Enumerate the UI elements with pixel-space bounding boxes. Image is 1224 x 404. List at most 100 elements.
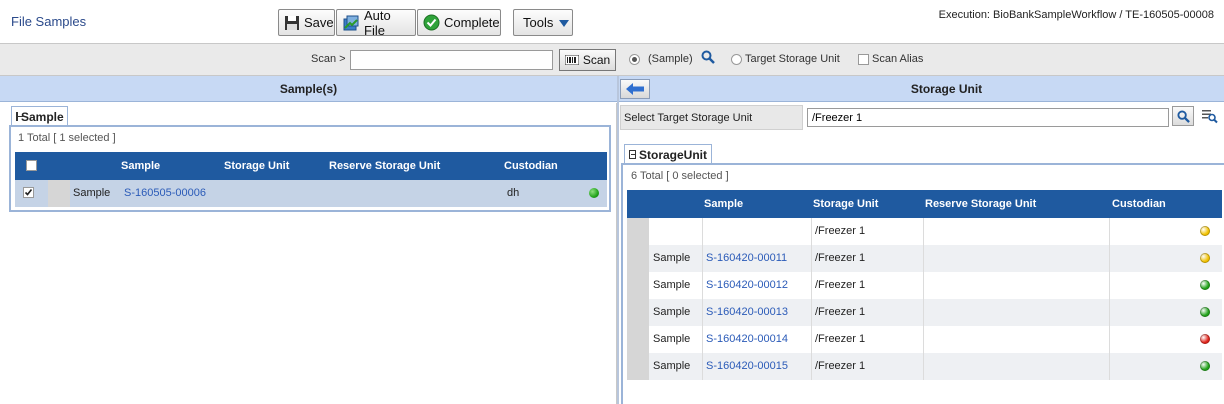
sample-link[interactable]: S-160420-00011 <box>706 252 787 264</box>
table-row[interactable]: Sample S-160505-00006 dh <box>15 180 607 207</box>
tab-storage-unit[interactable]: StorageUnit <box>624 144 712 164</box>
target-storage-label-cell: Select Target Storage Unit <box>620 105 803 130</box>
table-row[interactable]: Sample S-160420-00014/Freezer 1 <box>627 326 1222 353</box>
complete-label: Complete <box>444 15 500 30</box>
scan-alias-checkbox[interactable] <box>858 54 869 65</box>
top-bar: File Samples Save Auto File Complete Too… <box>0 0 1224 44</box>
list-search-icon <box>1202 109 1218 124</box>
row-type: Sample <box>653 279 691 291</box>
storage-total: 6 Total [ 0 selected ] <box>631 170 729 182</box>
search-icon <box>1176 109 1190 123</box>
cell-divider <box>923 272 924 299</box>
column-header-storage-unit[interactable]: Storage Unit <box>224 160 289 172</box>
column-header-sample[interactable]: Sample <box>121 160 160 172</box>
column-header-custodian[interactable]: Custodian <box>504 160 558 172</box>
row-handle[interactable] <box>627 218 649 245</box>
row-handle[interactable] <box>627 272 649 299</box>
move-left-button[interactable] <box>620 79 650 99</box>
status-dot-icon <box>1200 280 1210 290</box>
samples-panel-header: Sample(s) <box>0 76 617 102</box>
page-title: File Samples <box>11 14 87 29</box>
sample-link[interactable]: S-160505-00006 <box>124 187 206 199</box>
scan-input[interactable] <box>350 50 553 70</box>
target-browse-button[interactable] <box>1199 106 1221 126</box>
status-dot-icon <box>1200 226 1210 236</box>
select-all-checkbox[interactable] <box>26 160 37 171</box>
status-dot-icon <box>1200 361 1210 371</box>
sample-radio[interactable] <box>629 54 640 65</box>
sample-link[interactable]: S-160420-00015 <box>706 360 788 372</box>
barcode-icon <box>564 55 579 65</box>
tools-menu-button[interactable]: Tools <box>513 9 573 36</box>
row-custodian: dh <box>507 187 520 199</box>
storage-panel-title: Storage Unit <box>910 81 983 96</box>
column-header-reserve-storage-unit[interactable]: Reserve Storage Unit <box>925 198 1036 210</box>
row-handle[interactable] <box>627 326 649 353</box>
row-checkbox[interactable] <box>23 187 34 198</box>
column-header-storage-unit[interactable]: Storage Unit <box>813 198 878 210</box>
row-storage-unit: /Freezer 1 <box>815 225 866 237</box>
cell-divider <box>702 353 703 380</box>
row-storage-unit: /Freezer 1 <box>815 360 866 372</box>
column-header-sample[interactable]: Sample <box>704 198 743 210</box>
table-row[interactable]: /Freezer 1 <box>627 218 1222 245</box>
cell-divider <box>811 218 812 245</box>
sample-link[interactable]: S-160420-00012 <box>706 279 788 291</box>
save-button[interactable]: Save <box>278 9 335 36</box>
table-row[interactable]: Sample S-160420-00012/Freezer 1 <box>627 272 1222 299</box>
row-handle[interactable] <box>627 299 649 326</box>
sample-total: 1 Total [ 1 selected ] <box>18 132 116 144</box>
status-dot-icon <box>1200 334 1210 344</box>
magnifier-icon[interactable] <box>701 50 715 67</box>
scan-label: Scan > <box>311 53 346 65</box>
sample-link[interactable]: S-160420-00013 <box>706 306 788 318</box>
sample-link[interactable]: S-160420-00014 <box>706 333 788 345</box>
column-header-reserve-storage-unit[interactable]: Reserve Storage Unit <box>329 160 440 172</box>
table-row[interactable]: Sample S-160420-00011/Freezer 1 <box>627 245 1222 272</box>
target-search-button[interactable] <box>1172 106 1194 126</box>
scan-button[interactable]: Scan <box>559 49 616 71</box>
cell-divider <box>811 245 812 272</box>
row-storage-unit: /Freezer 1 <box>815 306 866 318</box>
target-storage-input[interactable] <box>807 108 1169 127</box>
scan-button-label: Scan <box>582 53 611 67</box>
cell-divider <box>1109 326 1110 353</box>
target-storage-unit-radio[interactable] <box>731 54 742 65</box>
table-row[interactable]: Sample S-160420-00013/Freezer 1 <box>627 299 1222 326</box>
storage-panel-header: Storage Unit <box>619 76 1224 102</box>
status-dot-icon <box>1200 253 1210 263</box>
tab-sample[interactable]: Sample <box>11 106 68 126</box>
cell-divider <box>702 272 703 299</box>
cell-divider <box>1109 218 1110 245</box>
row-type: Sample <box>73 187 111 199</box>
collapse-icon[interactable] <box>629 150 636 159</box>
cell-divider <box>1109 272 1110 299</box>
check-circle-icon <box>423 14 440 32</box>
row-type: Sample <box>653 306 691 318</box>
collapse-icon[interactable] <box>16 112 23 121</box>
cell-divider <box>923 218 924 245</box>
status-dot-icon <box>1200 307 1210 317</box>
row-handle[interactable] <box>627 353 649 380</box>
status-dot-icon <box>589 188 599 198</box>
row-type: Sample <box>653 252 691 264</box>
cell-divider <box>923 353 924 380</box>
column-header-custodian[interactable]: Custodian <box>1112 198 1166 210</box>
row-type: Sample <box>653 333 691 345</box>
auto-file-button[interactable]: Auto File <box>336 8 416 38</box>
auto-file-icon <box>342 14 360 32</box>
row-handle[interactable] <box>627 245 649 272</box>
floppy-disk-icon <box>284 14 300 32</box>
save-label: Save <box>304 15 334 30</box>
cell-divider <box>811 353 812 380</box>
row-storage-unit: /Freezer 1 <box>815 333 866 345</box>
tab-sample-label: Sample <box>21 109 64 124</box>
complete-button[interactable]: Complete <box>417 9 501 36</box>
table-row[interactable]: Sample S-160420-00015/Freezer 1 <box>627 353 1222 380</box>
row-handle[interactable] <box>48 180 70 207</box>
target-storage-label: Select Target Storage Unit <box>624 112 753 124</box>
cell-divider <box>1109 353 1110 380</box>
storage-table-header: Sample Storage Unit Reserve Storage Unit… <box>627 190 1222 218</box>
execution-info: Execution: BioBankSampleWorkflow / TE-16… <box>938 9 1214 21</box>
row-storage-unit: /Freezer 1 <box>815 252 866 264</box>
